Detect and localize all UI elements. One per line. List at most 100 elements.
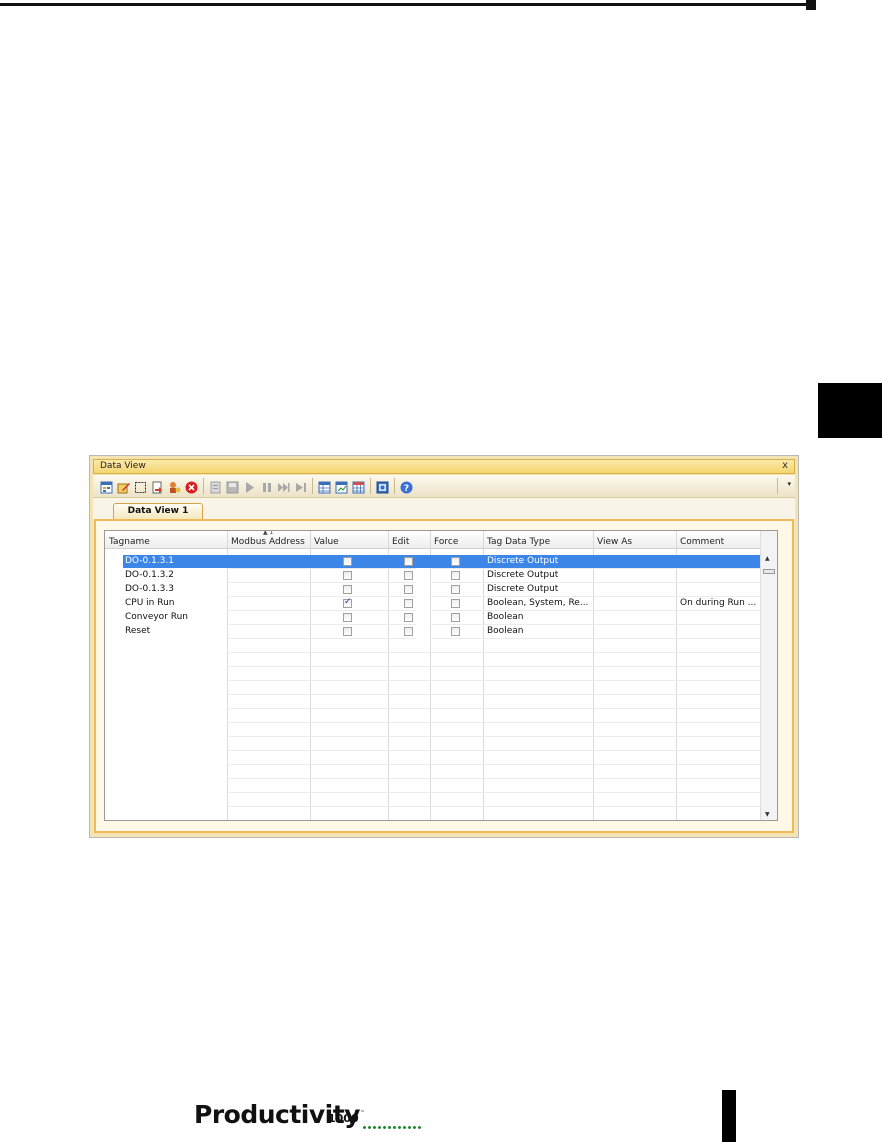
grid-row-line [227,778,761,779]
grid-view-icon[interactable] [352,479,365,494]
productivity-1000-logo: Productivity 1000 ™ [194,1100,426,1134]
grid-row-line [227,764,761,765]
edit-tag-icon[interactable] [117,479,130,494]
grid-row-line [227,750,761,751]
value-checkbox[interactable] [343,571,352,580]
chart-view-icon[interactable] [335,479,348,494]
logo-trademark: ™ [360,1110,365,1116]
force-checkbox[interactable] [451,585,460,594]
value-checkbox[interactable] [343,627,352,636]
toolbar: ? ▾ [93,475,795,498]
play-icon[interactable] [243,479,256,493]
pause-icon[interactable] [260,479,273,492]
data-type-cell: Boolean, System, Re... [487,598,589,608]
toolbar-separator [370,478,371,494]
grid-row-line [227,568,761,569]
data-view-window: Data View x ? ▾ Data View 1 Tagname Modb… [89,455,799,838]
tagname-cell: CPU in Run [125,598,175,608]
grid-row-line [227,722,761,723]
remove-icon[interactable] [185,479,198,494]
value-checkbox[interactable] [343,613,352,622]
toolbar-separator [203,478,204,494]
chapter-side-tab [818,383,882,438]
write-icon[interactable] [209,479,222,494]
data-type-cell: Discrete Output [487,570,559,580]
sort-indicator: ▲ 1 [263,530,274,536]
force-checkbox[interactable] [451,613,460,622]
data-type-cell: Discrete Output [487,584,559,594]
column-header-tagname[interactable]: Tagname [105,531,227,549]
value-checkbox[interactable] [343,585,352,594]
grid-row-line [227,680,761,681]
tab-strip: Data View 1 [93,498,795,520]
edit-checkbox[interactable] [404,599,413,608]
edit-checkbox[interactable] [404,571,413,580]
user-icon[interactable] [168,479,181,493]
grid-row-line [227,708,761,709]
value-checkbox[interactable] [343,597,352,608]
toolbar-separator [312,478,313,494]
page-top-rule [0,3,808,6]
grid-row-line [227,638,761,639]
logo-number: 1000 [328,1112,359,1125]
data-type-cell: Boolean [487,626,524,636]
grid-row-line [227,610,761,611]
force-checkbox[interactable] [451,599,460,608]
window-title: Data View [100,461,146,471]
add-tag-icon[interactable] [100,479,113,494]
force-checkbox[interactable] [451,571,460,580]
column-header-edit[interactable]: Edit [388,531,430,549]
table-view-icon[interactable] [318,479,331,494]
data-type-cell: Discrete Output [487,556,559,566]
grid-row-line [227,694,761,695]
svg-text:?: ? [404,484,409,494]
edit-checkbox[interactable] [404,585,413,594]
scroll-down-arrow-icon[interactable]: ▼ [765,811,770,818]
column-header-view-as[interactable]: View As [593,531,676,549]
grid-row-line [227,652,761,653]
selected-row-highlight[interactable] [123,555,761,568]
grid-row-line [227,666,761,667]
toolbar-separator [777,478,778,494]
close-button[interactable]: x [782,460,788,471]
grid-row-line [227,624,761,625]
grid-row-line [227,736,761,737]
comment-cell: On during Run ... [680,598,757,608]
column-header-force[interactable]: Force [430,531,483,549]
grid-row-line [227,582,761,583]
edit-checkbox[interactable] [404,627,413,636]
logo-dots [362,1126,422,1129]
edit-checkbox[interactable] [404,557,413,566]
edit-checkbox[interactable] [404,613,413,622]
tagname-cell: DO-0.1.3.1 [125,556,174,566]
step-forward-icon[interactable] [277,479,290,492]
column-header-comment[interactable]: Comment [676,531,762,549]
step-end-icon[interactable] [294,479,307,492]
data-type-cell: Boolean [487,612,524,622]
scroll-up-arrow-icon[interactable]: ▲ [765,555,770,562]
page-footer-bar [722,1090,736,1142]
vertical-scrollbar[interactable]: ▲ ▼ [760,531,777,820]
value-checkbox[interactable] [343,557,352,566]
tab-data-view-1[interactable]: Data View 1 [113,503,203,520]
toolbar-overflow-button[interactable]: ▾ [787,480,791,488]
grid-row-line [227,792,761,793]
window-titlebar[interactable]: Data View x [93,459,795,474]
save-icon[interactable] [226,479,239,494]
grid-row-line [227,806,761,807]
toolbar-separator [394,478,395,494]
data-grid: Tagname Modbus Address Value Edit Force … [104,530,778,821]
column-header-tag-data-type[interactable]: Tag Data Type [483,531,593,549]
grid-row-line [227,596,761,597]
page-top-marker [806,0,816,10]
scrollbar-thumb[interactable] [763,569,775,574]
import-icon[interactable] [151,479,164,494]
tagname-cell: Conveyor Run [125,612,189,622]
force-checkbox[interactable] [451,627,460,636]
help-icon[interactable]: ? [400,479,413,494]
select-icon[interactable] [134,479,147,493]
column-header-value[interactable]: Value [310,531,388,549]
monitor-icon[interactable] [376,479,389,494]
force-checkbox[interactable] [451,557,460,566]
tagname-cell: Reset [125,626,151,636]
